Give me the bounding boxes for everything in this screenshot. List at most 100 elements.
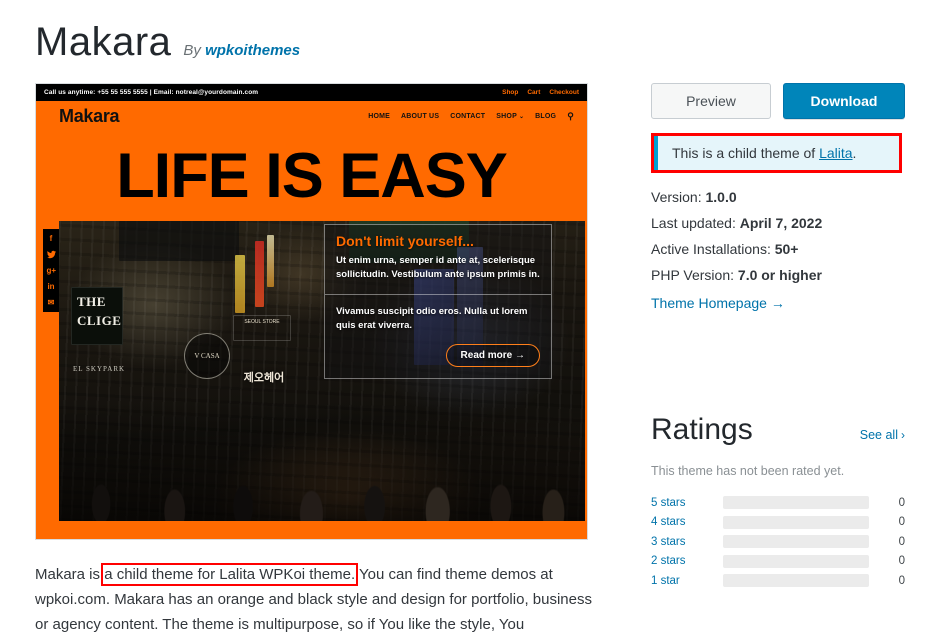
mock-contact-info: Call us anytime: +55 55 555 5555 | Email… [44, 89, 259, 96]
theme-meta-list: Version: 1.0.0 Last updated: April 7, 20… [651, 189, 905, 313]
rating-bar-4 [723, 515, 869, 529]
mock-link-checkout: Checkout [549, 89, 579, 96]
meta-row-last-updated: Last updated: April 7, 2022 [651, 215, 905, 231]
mock-read-more-button: Read more → [445, 343, 540, 367]
rating-bar-1 [723, 574, 869, 587]
google-plus-icon: g+ [46, 266, 57, 275]
mock-link-cart: Cart [527, 89, 541, 96]
mock-promo-top: Don't limit yourself... Ut enim urna, se… [325, 225, 551, 295]
preview-button[interactable]: Preview [651, 83, 771, 119]
mock-menu-about: ABOUT US [401, 113, 440, 120]
mock-promo-heading: Don't limit yourself... [336, 233, 474, 249]
mock-link-shop: Shop [502, 89, 519, 96]
theme-detail-page: Makara By wpkoithemes Call us anytime: +… [0, 0, 933, 635]
facebook-icon: f [49, 234, 53, 243]
rating-row-2: 2 stars 0 [651, 554, 905, 568]
mock-topbar: Call us anytime: +55 55 555 5555 | Email… [36, 84, 587, 101]
mock-menu: HOME ABOUT US CONTACT SHOP ⌄ BLOG ⚲ [368, 111, 574, 122]
meta-value-last-updated: April 7, 2022 [739, 215, 823, 231]
mock-menu-contact: CONTACT [450, 113, 486, 120]
meta-row-php-version: PHP Version: 7.0 or higher [651, 267, 905, 283]
mock-menu-home: HOME [368, 113, 391, 120]
child-theme-notice: This is a child theme of Lalita. [654, 136, 899, 170]
meta-label-version: Version: [651, 189, 702, 205]
rating-bar-2 [723, 554, 869, 568]
theme-screenshot-inner: Call us anytime: +55 55 555 5555 | Email… [36, 84, 587, 539]
author-link[interactable]: wpkoithemes [205, 42, 300, 59]
download-button[interactable]: Download [783, 83, 905, 119]
meta-value-version: 1.0.0 [705, 189, 737, 205]
see-all-ratings-link[interactable]: See all › [860, 428, 905, 442]
mock-menu-blog: BLOG [535, 113, 557, 120]
mock-sign-dark [119, 221, 239, 261]
theme-screenshot[interactable]: Call us anytime: +55 55 555 5555 | Email… [35, 83, 588, 540]
notice-text-after: . [852, 145, 857, 161]
rating-label-3[interactable]: 3 stars [651, 536, 723, 548]
theme-description: Makara is a child theme for Lalita WPKoi… [35, 562, 595, 638]
mock-promo-paragraph: Ut enim urna, semper id ante at, sceleri… [336, 255, 540, 281]
mock-promo-box: Don't limit yourself... Ut enim urna, se… [324, 224, 552, 379]
meta-label-php-version: PHP Version: [651, 267, 735, 283]
notice-text-before: This is a child theme of [672, 145, 820, 161]
rating-row-5: 5 stars 0 [651, 496, 905, 509]
action-buttons: Preview Download [651, 83, 905, 119]
chevron-right-icon: › [901, 428, 905, 442]
meta-value-php-version: 7.0 or higher [737, 267, 822, 283]
ratings-header: Ratings See all › [651, 413, 905, 446]
theme-sidebar: Preview Download This is a child theme o… [651, 83, 905, 313]
chevron-down-icon: ⌄ [518, 114, 525, 120]
rating-bar-3 [723, 535, 869, 548]
page-header: Makara By wpkoithemes [35, 22, 300, 62]
email-icon: ✉ [47, 298, 55, 307]
child-theme-notice-highlight: This is a child theme of Lalita. [651, 133, 902, 173]
ratings-bars: 5 stars 0 4 stars 0 3 stars 0 2 stars 0 … [651, 496, 905, 587]
mock-sign-skypark: EL SKYPARK [73, 365, 126, 373]
twitter-icon [46, 250, 56, 259]
theme-byline: By wpkoithemes [183, 42, 300, 59]
mock-sign-yellow [235, 255, 245, 313]
mock-sign-korean: 제오헤어 [243, 372, 285, 384]
rating-label-2[interactable]: 2 stars [651, 555, 723, 567]
description-before: Makara is [35, 566, 105, 583]
rating-label-4[interactable]: 4 stars [651, 516, 723, 528]
ratings-title: Ratings [651, 413, 753, 446]
rating-row-1: 1 star 0 [651, 574, 905, 587]
mock-social-rail: f g+ in ✉ [43, 229, 59, 312]
meta-label-active-installations: Active Installations: [651, 241, 771, 257]
rating-row-3: 3 stars 0 [651, 535, 905, 548]
mock-sign-red-2 [267, 235, 274, 287]
rating-bar-5 [723, 496, 869, 509]
mock-navbar: Makara HOME ABOUT US CONTACT SHOP ⌄ BLOG… [36, 101, 587, 132]
ratings-section: Ratings See all › This theme has not been… [651, 413, 905, 594]
rating-count-3: 0 [898, 535, 905, 548]
mock-site-logo: Makara [59, 106, 120, 126]
theme-homepage-link[interactable]: Theme Homepage → [651, 295, 785, 311]
page-title: Makara [35, 20, 172, 64]
mock-sign-red-1 [255, 241, 264, 307]
mock-hero-headline: LIFE IS EASY [116, 141, 508, 211]
mock-promo-paragraph-2: Vivamus suscipit odio eros. Nulla ut lor… [336, 305, 528, 332]
rating-count-4: 0 [898, 516, 905, 528]
linkedin-icon: in [47, 282, 55, 291]
mock-sign-store: SEOUL STORE [233, 315, 291, 341]
rating-count-2: 0 [898, 555, 905, 567]
mock-topbar-links: Shop Cart Checkout [502, 89, 579, 96]
ratings-empty-message: This theme has not been rated yet. [651, 464, 845, 478]
rating-label-5[interactable]: 5 stars [651, 497, 723, 509]
rating-label-1[interactable]: 1 star [651, 575, 723, 587]
meta-value-active-installations: 50+ [774, 241, 799, 257]
mock-menu-shop: SHOP [496, 113, 517, 120]
mock-promo-bottom: Vivamus suscipit odio eros. Nulla ut lor… [325, 295, 551, 378]
mock-hero: LIFE IS EASY [36, 132, 587, 221]
rating-count-1: 0 [898, 574, 905, 587]
mock-photo-crowd [59, 401, 585, 521]
rating-row-4: 4 stars 0 [651, 515, 905, 529]
description-highlight: a child theme for Lalita WPKoi theme. [101, 563, 359, 586]
mock-sign-clige: THE CLIGE [71, 287, 123, 345]
meta-label-last-updated: Last updated: [651, 215, 736, 231]
by-label: By [183, 42, 201, 59]
see-all-label: See all [859, 428, 898, 442]
rating-count-5: 0 [898, 496, 905, 509]
parent-theme-link[interactable]: Lalita [819, 145, 852, 161]
meta-row-version: Version: 1.0.0 [651, 189, 905, 205]
